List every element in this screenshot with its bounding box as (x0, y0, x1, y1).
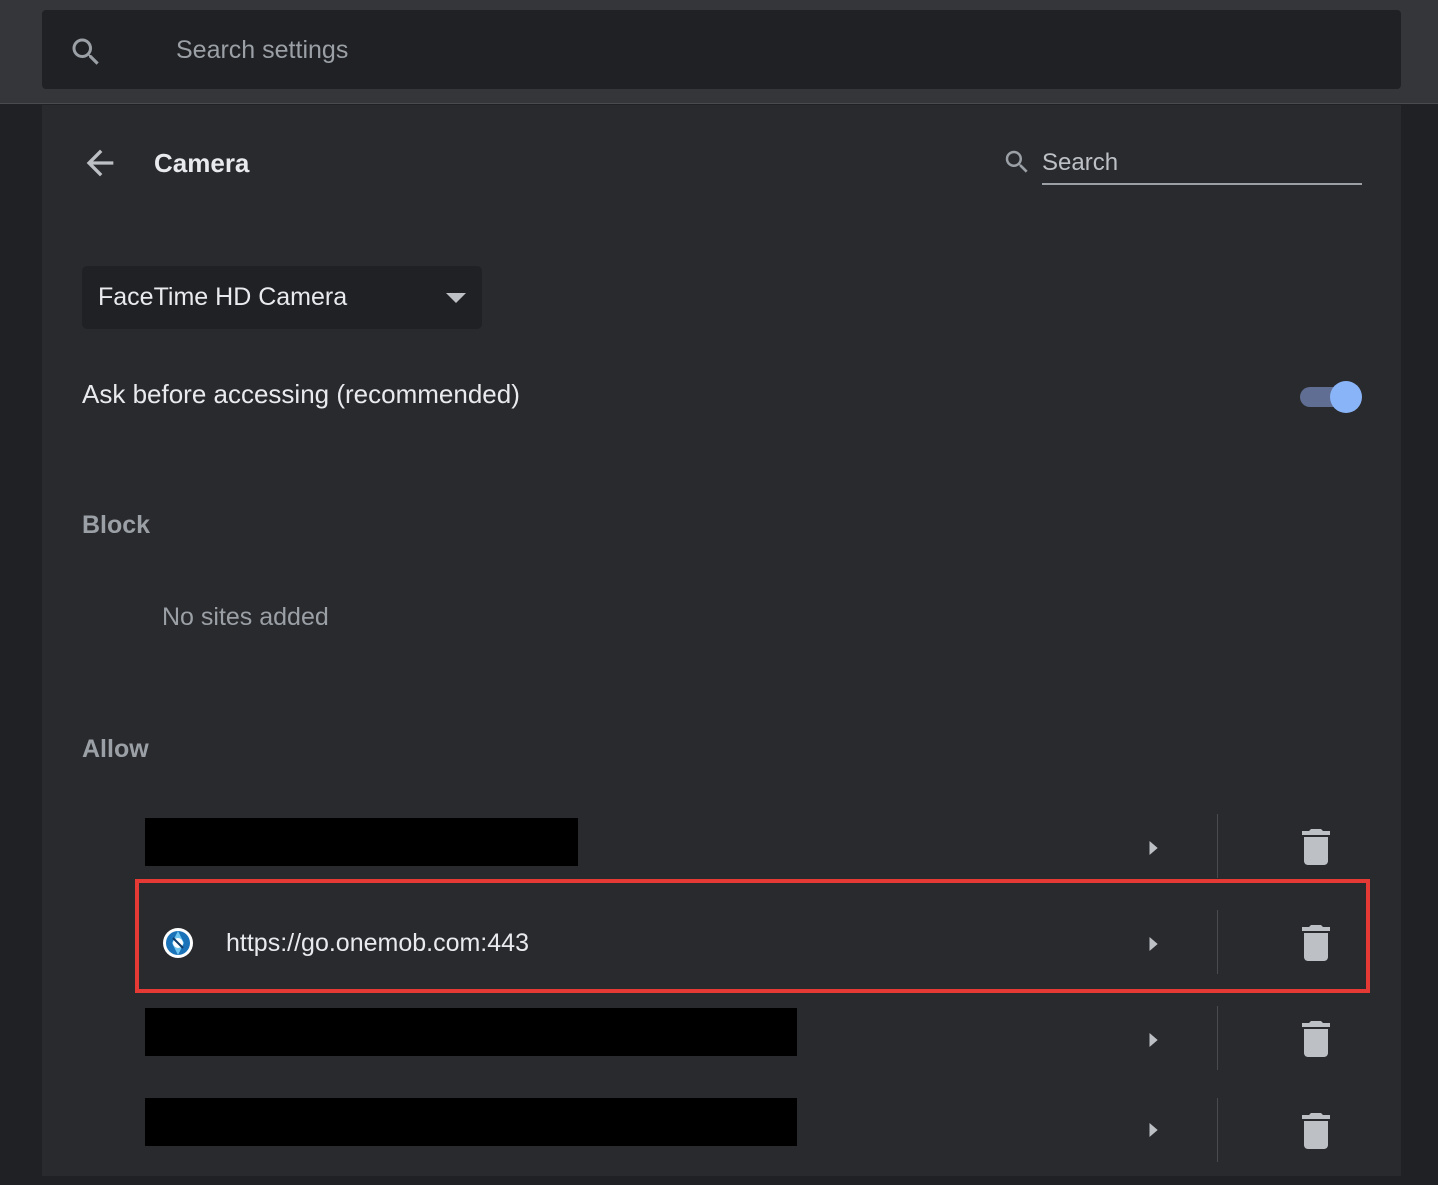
row-divider (1217, 910, 1218, 974)
dropdown-arrow-icon (446, 293, 466, 303)
camera-settings-page: Camera FaceTime HD Camera Ask before acc… (42, 105, 1401, 1176)
settings-search-input[interactable] (176, 30, 1276, 70)
allowed-site-row[interactable] (137, 993, 1367, 1089)
settings-toolbar (0, 0, 1438, 104)
search-icon (72, 38, 99, 65)
redacted-site-url (145, 1008, 797, 1056)
site-search-input[interactable] (1042, 143, 1362, 185)
ask-before-accessing-row: Ask before accessing (recommended) (82, 375, 1362, 415)
allowed-site-url: https://go.onemob.com:443 (226, 929, 529, 957)
trash-icon[interactable] (1302, 829, 1330, 865)
camera-device-select[interactable]: FaceTime HD Camera (82, 266, 482, 329)
chevron-right-icon[interactable] (1139, 1116, 1167, 1144)
chevron-right-icon[interactable] (1139, 930, 1167, 958)
block-empty-text: No sites added (162, 603, 329, 631)
trash-icon[interactable] (1302, 1113, 1330, 1149)
allowed-site-row[interactable] (137, 801, 1367, 897)
site-search-box[interactable] (1002, 143, 1362, 189)
page-title: Camera (154, 148, 250, 178)
camera-device-selected: FaceTime HD Camera (98, 283, 348, 311)
trash-icon[interactable] (1302, 1021, 1330, 1057)
row-divider (1217, 814, 1218, 878)
onemob-favicon-icon (163, 928, 193, 958)
chevron-right-icon[interactable] (1139, 834, 1167, 862)
row-divider (1217, 1098, 1218, 1162)
redacted-site-url (145, 818, 578, 866)
redacted-site-url (145, 1098, 797, 1146)
block-section-header: Block (82, 511, 151, 539)
search-icon (1005, 150, 1028, 173)
ask-before-accessing-toggle[interactable] (1300, 379, 1362, 413)
arrow-back-icon[interactable] (80, 143, 120, 183)
ask-before-accessing-label: Ask before accessing (recommended) (82, 379, 520, 409)
toggle-thumb (1330, 381, 1362, 413)
allowed-site-row[interactable]: https://go.onemob.com:443 (137, 897, 1367, 993)
allowed-site-row[interactable] (137, 1089, 1367, 1185)
row-divider (1217, 1006, 1218, 1070)
settings-search-box[interactable] (42, 10, 1401, 89)
trash-icon[interactable] (1302, 925, 1330, 961)
allow-section-header: Allow (82, 735, 149, 763)
chevron-right-icon[interactable] (1139, 1026, 1167, 1054)
